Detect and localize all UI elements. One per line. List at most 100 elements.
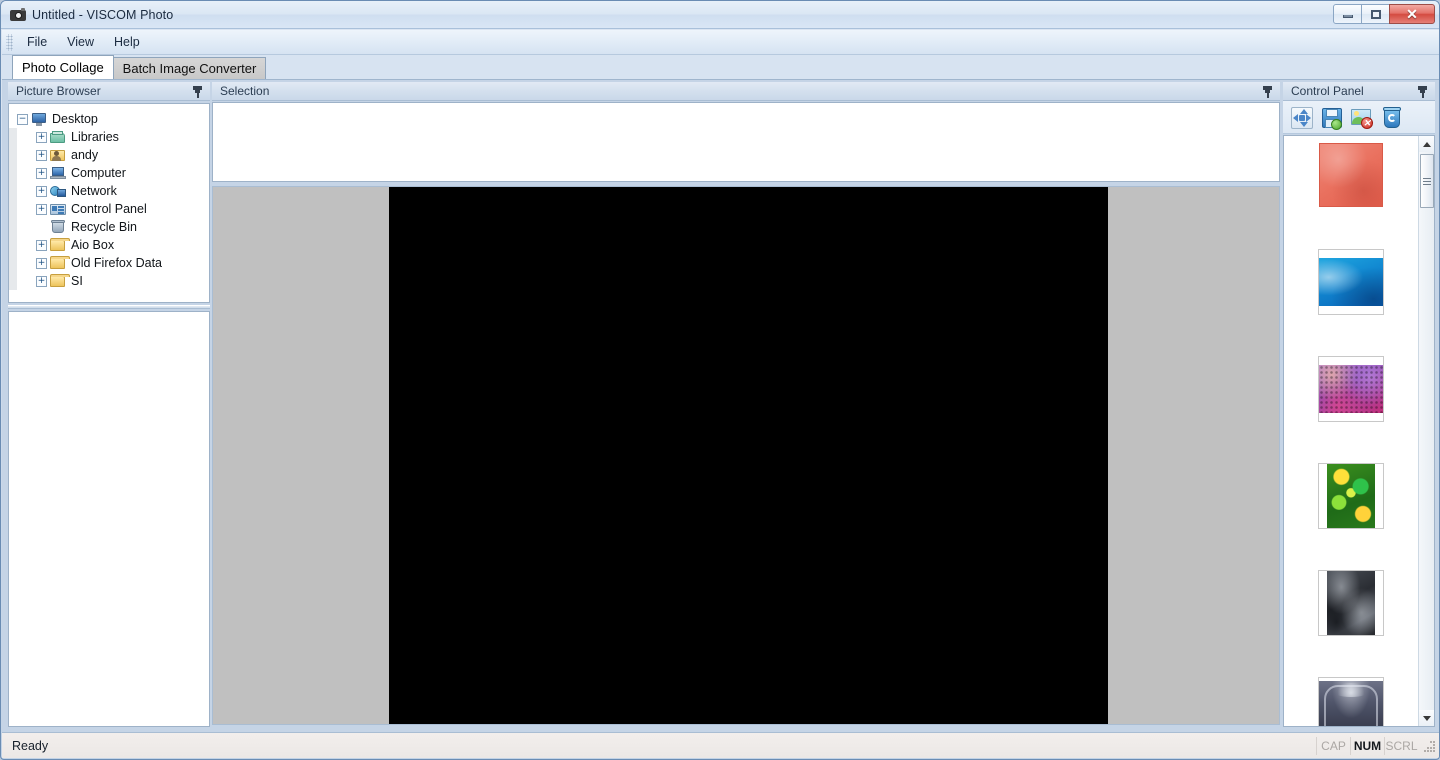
menu-bar: File View Help — [2, 30, 1439, 55]
expand-icon[interactable]: + — [36, 257, 47, 269]
thumbnail-image — [1319, 681, 1383, 726]
tree-item-desktop[interactable]: − Desktop — [17, 110, 209, 128]
control-panel: Control Panel ✕ — [1283, 82, 1435, 727]
tree-item-network[interactable]: + Network — [9, 182, 209, 200]
tree-item-label: Computer — [71, 166, 126, 180]
thumbnail-image — [1319, 143, 1383, 207]
remove-image-button[interactable]: ✕ — [1348, 104, 1374, 130]
status-badge-num: NUM — [1350, 736, 1384, 755]
menu-item-view[interactable]: View — [57, 32, 104, 52]
tree-connector — [9, 146, 17, 164]
clear-all-button[interactable] — [1378, 104, 1404, 130]
network-icon — [50, 184, 66, 198]
cpanel-icon — [50, 202, 66, 216]
tree-connector — [9, 200, 17, 218]
camera-icon — [10, 7, 26, 23]
thumbnail-ornate-frame[interactable] — [1318, 677, 1384, 726]
thumbnail-hex-bokeh[interactable] — [1318, 356, 1384, 422]
save-collage-button[interactable] — [1318, 104, 1344, 130]
picture-browser-preview-pane[interactable] — [8, 311, 210, 727]
resize-grip[interactable] — [1422, 739, 1436, 753]
tab-batch-image-converter[interactable]: Batch Image Converter — [112, 57, 267, 79]
collapse-icon[interactable]: − — [17, 113, 28, 125]
tree-item-libraries[interactable]: + Libraries — [9, 128, 209, 146]
thumbnail-coral-texture[interactable] — [1318, 142, 1384, 208]
picture-browser-title: Picture Browser — [16, 84, 101, 98]
tree-item-label: Old Firefox Data — [71, 256, 163, 270]
selection-filmstrip[interactable] — [212, 102, 1280, 182]
selection-header: Selection — [212, 82, 1280, 101]
tree-connector — [9, 128, 17, 146]
expand-icon[interactable]: + — [36, 275, 47, 287]
thumbnail-image — [1319, 258, 1383, 306]
close-button[interactable]: ✕ — [1389, 4, 1435, 24]
arrange-images-button[interactable] — [1288, 104, 1314, 130]
control-panel-title: Control Panel — [1291, 84, 1364, 98]
expand-icon[interactable]: + — [36, 149, 47, 161]
tree-connector — [9, 218, 17, 236]
tree-item-aio-box[interactable]: + Aio Box — [9, 236, 209, 254]
thumbnail-list-scrollbar[interactable] — [1418, 136, 1434, 726]
status-message: Ready — [12, 738, 49, 753]
tab-photo-collage[interactable]: Photo Collage — [12, 55, 114, 79]
tree-item-si[interactable]: + SI — [9, 272, 209, 290]
main-tab-strip: Photo Collage Batch Image Converter — [2, 55, 1439, 80]
user-icon — [50, 148, 66, 162]
window-controls: ✕ — [1333, 4, 1435, 24]
collage-canvas-area[interactable] — [212, 186, 1280, 725]
libraries-icon — [50, 130, 66, 144]
tree-item-control-panel[interactable]: + Control Panel — [9, 200, 209, 218]
menu-item-help[interactable]: Help — [104, 32, 150, 52]
menu-grip-handle[interactable] — [6, 33, 13, 51]
tree-item-label: Recycle Bin — [71, 220, 137, 234]
thumbnail-list[interactable] — [1283, 135, 1435, 727]
tree-item-label: Libraries — [71, 130, 119, 144]
pin-icon[interactable] — [1262, 85, 1273, 98]
thumbnail-image — [1319, 365, 1383, 413]
expand-icon[interactable]: + — [36, 131, 47, 143]
thumbnail-image — [1327, 571, 1375, 635]
maximize-button[interactable] — [1361, 4, 1390, 24]
status-bar: Ready CAP NUM SCRL — [2, 732, 1439, 758]
center-dock: Selection — [212, 82, 1280, 727]
picture-browser-panel: Picture Browser − Desktop + Libraries + andy +… — [8, 82, 210, 727]
expand-icon[interactable]: + — [36, 203, 47, 215]
status-badge-cap: CAP — [1316, 736, 1350, 755]
window-title: Untitled - VISCOM Photo — [32, 7, 174, 22]
minimize-button[interactable] — [1333, 4, 1362, 24]
folder-icon — [50, 274, 70, 288]
expand-icon[interactable]: + — [36, 239, 47, 251]
scroll-down-button[interactable] — [1419, 710, 1434, 726]
status-badge-scrl: SCRL — [1384, 736, 1418, 755]
folder-icon — [50, 256, 70, 270]
thumbnail-blue-waves[interactable] — [1318, 249, 1384, 315]
title-bar: Untitled - VISCOM Photo ✕ — [1, 1, 1439, 29]
scroll-up-button[interactable] — [1419, 136, 1434, 152]
picture-browser-tree[interactable]: − Desktop + Libraries + andy + Computer + Network… — [8, 103, 210, 303]
pin-icon[interactable] — [1417, 85, 1428, 98]
left-panel-splitter[interactable] — [8, 305, 210, 309]
menu-item-file[interactable]: File — [17, 32, 57, 52]
scrollbar-thumb[interactable] — [1420, 154, 1434, 208]
monitor-icon — [31, 112, 47, 126]
tree-item-andy[interactable]: + andy — [9, 146, 209, 164]
folder-icon — [50, 238, 70, 252]
tree-item-computer[interactable]: + Computer — [9, 164, 209, 182]
control-panel-toolbar: ✕ — [1283, 101, 1435, 134]
collage-canvas[interactable] — [389, 187, 1108, 724]
expand-icon[interactable]: + — [36, 185, 47, 197]
thumbnail-grey-silk[interactable] — [1318, 570, 1384, 636]
picture-browser-header: Picture Browser — [8, 82, 210, 101]
tree-connector — [9, 236, 17, 254]
tree-item-label: SI — [71, 274, 83, 288]
tree-item-old-firefox-data[interactable]: + Old Firefox Data — [9, 254, 209, 272]
pin-icon[interactable] — [192, 85, 203, 98]
tree-item-recycle-bin[interactable]: Recycle Bin — [9, 218, 209, 236]
expand-icon[interactable]: + — [36, 167, 47, 179]
selection-title: Selection — [220, 84, 270, 98]
tree-connector — [9, 182, 17, 200]
thumbnail-image — [1327, 464, 1375, 528]
tree-connector — [9, 164, 17, 182]
thumbnail-green-circles[interactable] — [1318, 463, 1384, 529]
